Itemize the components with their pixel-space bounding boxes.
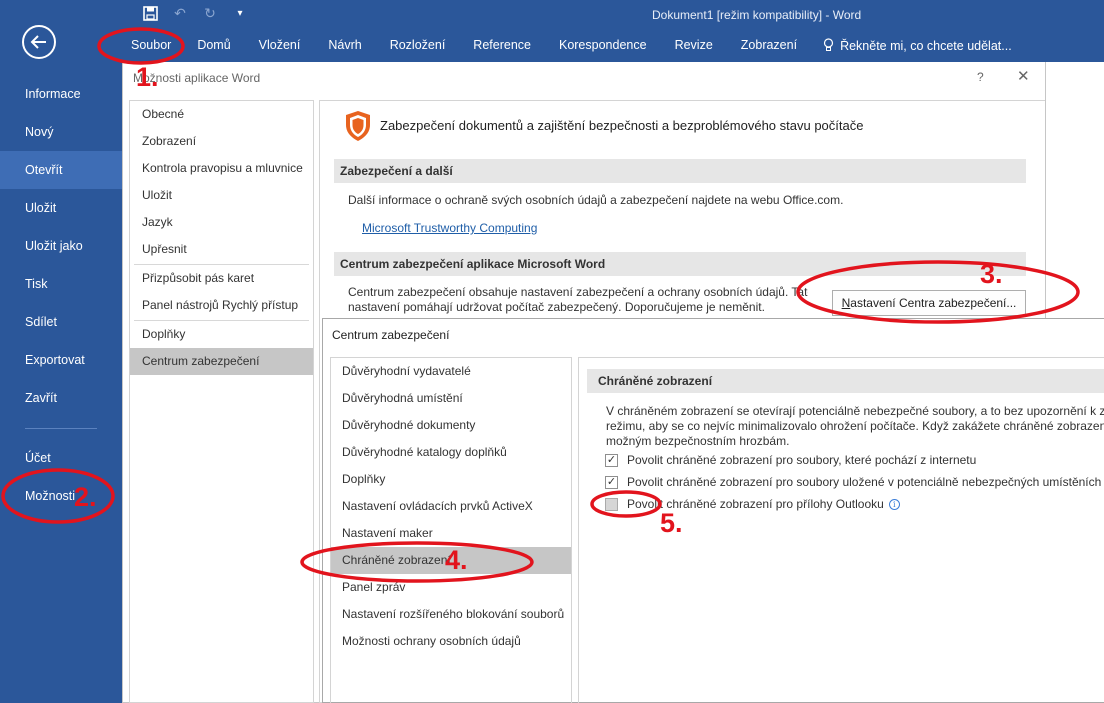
close-icon[interactable]: ✕	[1017, 67, 1030, 85]
trust-center-title: Centrum zabezpečení	[332, 328, 450, 342]
options-nav-ulozit[interactable]: Uložit	[130, 182, 313, 209]
info-icon: i	[888, 498, 900, 510]
trust-center-dialog: Centrum zabezpečení Důvěryhodní vydavate…	[322, 318, 1104, 703]
options-nav-obecne[interactable]: Obecné	[130, 101, 313, 128]
backstage-otevrit[interactable]: Otevřít	[0, 151, 122, 189]
tc-nav-panel-zprav[interactable]: Panel zpráv	[331, 574, 571, 601]
checkbox-unsafe-locations[interactable]: ✓	[605, 475, 618, 489]
options-nav-pas-karet[interactable]: Přizpůsobit pás karet	[130, 265, 313, 292]
options-nav-upresnit[interactable]: Upřesnit	[130, 236, 313, 263]
tc-nav-umisteni[interactable]: Důvěryhodná umístění	[331, 385, 571, 412]
backstage-ulozit[interactable]: Uložit	[0, 189, 122, 227]
backstage-tisk[interactable]: Tisk	[0, 265, 122, 303]
annotation-step-3: 3.	[980, 259, 1003, 289]
annotation-step-4: 4.	[445, 545, 468, 575]
section-centrum-text-line1: Centrum zabezpečení obsahuje nastavení z…	[348, 285, 808, 299]
back-arrow-icon[interactable]	[22, 25, 56, 59]
backstage-ulozit-jako[interactable]: Uložit jako	[0, 227, 122, 265]
tc-nav-dokumenty[interactable]: Důvěryhodné dokumenty	[331, 412, 571, 439]
checkbox-internet-label: Povolit chráněné zobrazení pro soubory, …	[627, 453, 977, 467]
options-nav-kontrola[interactable]: Kontrola pravopisu a mluvnice	[130, 155, 313, 182]
trustworthy-computing-link[interactable]: Microsoft Trustworthy Computing	[362, 221, 537, 235]
backstage-novy[interactable]: Nový	[0, 113, 122, 151]
options-nav-rychly-pristup[interactable]: Panel nástrojů Rychlý přístup	[130, 292, 313, 319]
protected-view-description: V chráněném zobrazení se otevírají poten…	[606, 404, 1104, 449]
button-label: astavení Centra zabezpečení...	[850, 296, 1017, 310]
options-nav: Obecné Zobrazení Kontrola pravopisu a ml…	[129, 100, 314, 703]
lightbulb-icon	[823, 37, 834, 55]
tc-nav-activex[interactable]: Nastavení ovládacích prvků ActiveX	[331, 493, 571, 520]
quick-access-toolbar: ↶ ↻ ▾	[141, 4, 249, 22]
trust-center-nav: Důvěryhodní vydavatelé Důvěryhodná umíst…	[330, 357, 572, 703]
checkbox-internet[interactable]: ✓	[605, 453, 618, 467]
backstage-zavrit[interactable]: Zavřít	[0, 379, 122, 417]
annotation-step-2: 2.	[74, 482, 97, 512]
options-nav-centrum[interactable]: Centrum zabezpečení	[130, 348, 313, 375]
checkbox-outlook[interactable]	[605, 497, 618, 511]
section-centrum: Centrum zabezpečení aplikace Microsoft W…	[334, 252, 1026, 276]
tab-navrh[interactable]: Návrh	[314, 30, 375, 62]
customize-qat-icon[interactable]: ▾	[231, 4, 249, 22]
section-zabezpeceni: Zabezpečení a další	[334, 159, 1026, 183]
tell-me-box[interactable]: Řekněte mi, co chcete udělat...	[811, 37, 1012, 55]
tab-rozlozeni[interactable]: Rozložení	[376, 30, 460, 62]
checkbox-row-outlook[interactable]: Povolit chráněné zobrazení pro přílohy O…	[605, 496, 900, 512]
section-centrum-text-line2: nastavení pomáhají udržovat počítač zabe…	[348, 300, 765, 314]
trust-center-settings-button[interactable]: Nastavení Centra zabezpečení...	[832, 290, 1026, 316]
redo-icon[interactable]: ↻	[201, 4, 219, 22]
protected-view-desc-line1: V chráněném zobrazení se otevírají poten…	[606, 404, 1104, 418]
annotation-step-5: 5.	[660, 508, 683, 538]
tc-nav-doplnky[interactable]: Doplňky	[331, 466, 571, 493]
tell-me-text: Řekněte mi, co chcete udělat...	[840, 39, 1012, 53]
document-title: Dokument1 [režim kompatibility] - Word	[652, 8, 862, 22]
protected-view-desc-line3: možným bezpečnostním hrozbám.	[606, 434, 790, 448]
backstage-sdilet[interactable]: Sdílet	[0, 303, 122, 341]
undo-icon[interactable]: ↶	[171, 4, 189, 22]
tab-zobrazeni[interactable]: Zobrazení	[727, 30, 811, 62]
tc-nav-ochrana-udaju[interactable]: Možnosti ochrany osobních údajů	[331, 628, 571, 655]
protected-view-desc-line2: režimu, aby se co nejvíc minimalizovalo …	[606, 419, 1104, 433]
checkbox-row-unsafe-locations[interactable]: ✓ Povolit chráněné zobrazení pro soubory…	[605, 474, 1104, 490]
tab-vlozeni[interactable]: Vložení	[245, 30, 315, 62]
section-zabezpeceni-text: Další informace o ochraně svých osobních…	[348, 193, 844, 207]
checkbox-unsafe-locations-label: Povolit chráněné zobrazení pro soubory u…	[627, 475, 1102, 489]
backstage-ucet[interactable]: Účet	[0, 439, 122, 477]
tc-nav-blokovani[interactable]: Nastavení rozšířeného blokování souborů	[331, 601, 571, 628]
options-nav-jazyk[interactable]: Jazyk	[130, 209, 313, 236]
shield-icon	[346, 111, 370, 141]
button-mnemonic: N	[841, 296, 851, 310]
tab-korespondence[interactable]: Korespondence	[545, 30, 661, 62]
options-nav-doplnky[interactable]: Doplňky	[130, 321, 313, 348]
protected-view-pane: Chráněné zobrazení V chráněném zobrazení…	[578, 357, 1104, 703]
tc-nav-makra[interactable]: Nastavení maker	[331, 520, 571, 547]
protected-view-heading: Chráněné zobrazení	[587, 369, 1104, 393]
title-bar: ↶ ↻ ▾ Dokument1 [režim kompatibility] - …	[0, 0, 1104, 62]
help-button[interactable]: ?	[977, 70, 984, 84]
options-nav-zobrazeni[interactable]: Zobrazení	[130, 128, 313, 155]
trust-heading: Zabezpečení dokumentů a zajištění bezpeč…	[380, 118, 864, 133]
tc-nav-katalogy[interactable]: Důvěryhodné katalogy doplňků	[331, 439, 571, 466]
annotation-step-1: 1.	[136, 62, 159, 92]
tab-reference[interactable]: Reference	[459, 30, 545, 62]
backstage-nav: Informace Nový Otevřít Uložit Uložit jak…	[0, 0, 122, 703]
save-icon[interactable]	[141, 4, 159, 22]
backstage-informace[interactable]: Informace	[0, 75, 122, 113]
backstage-exportovat[interactable]: Exportovat	[0, 341, 122, 379]
ribbon-tabs: Soubor Domů Vložení Návrh Rozložení Refe…	[119, 30, 1012, 62]
backstage-divider	[25, 428, 97, 429]
tab-revize[interactable]: Revize	[661, 30, 727, 62]
tab-soubor[interactable]: Soubor	[119, 30, 183, 62]
backstage-moznosti[interactable]: Možnosti	[0, 477, 122, 515]
tab-domu[interactable]: Domů	[183, 30, 244, 62]
checkbox-row-internet[interactable]: ✓ Povolit chráněné zobrazení pro soubory…	[605, 452, 976, 468]
tc-nav-vydavatele[interactable]: Důvěryhodní vydavatelé	[331, 358, 571, 385]
